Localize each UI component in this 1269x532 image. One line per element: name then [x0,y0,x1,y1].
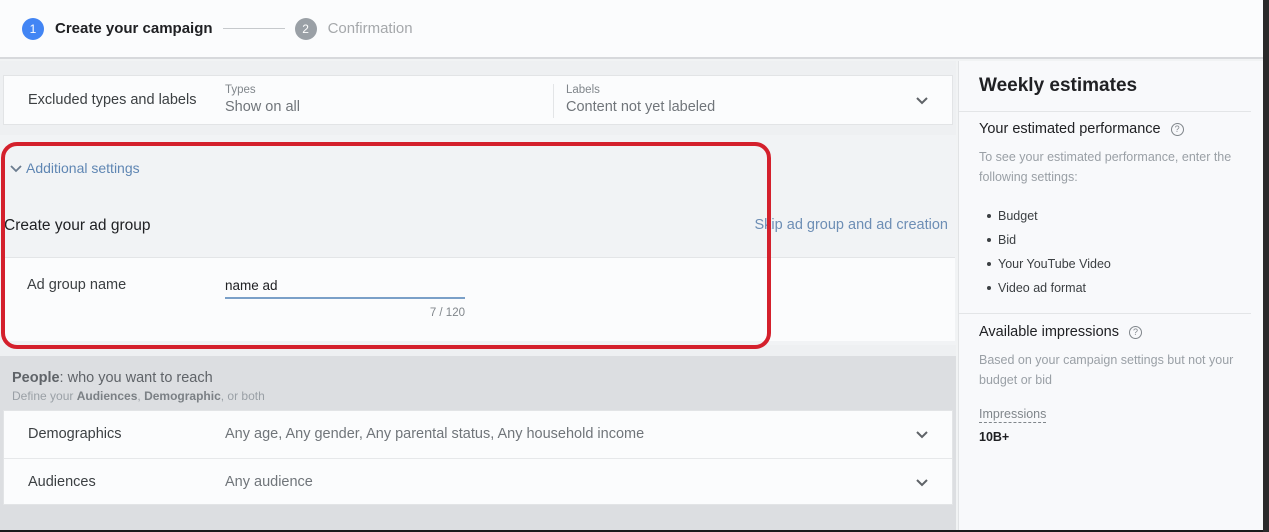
demographics-value: Any age, Any gender, Any parental status… [225,426,645,442]
settings-item-label: Bid [998,233,1017,247]
bullet-icon [987,262,991,266]
labels-value: Content not yet labeled [566,99,716,115]
additional-settings-toggle[interactable]: Additional settings [10,160,140,176]
people-sub-demographic: Demographic [144,389,221,403]
weekly-estimates-panel: Weekly estimates Your estimated performa… [958,61,1263,530]
impressions-label[interactable]: Impressions [979,407,1047,423]
people-list: Demographics Any age, Any gender, Any pa… [3,410,953,505]
skip-ad-group-link[interactable]: Skip ad group and ad creation [755,217,948,233]
chevron-down-icon [10,164,22,172]
divider [959,111,1251,112]
settings-item: Bid [987,228,1111,252]
people-title-rest: : who you want to reach [59,370,213,386]
audiences-row[interactable]: Audiences Any audience [4,458,952,505]
settings-item: Video ad format [987,276,1111,300]
people-sub-prefix: Define your [12,389,77,403]
people-subtitle: Define your Audiences, Demographic, or b… [12,389,265,403]
settings-item-label: Budget [998,209,1038,223]
types-label: Types [225,84,256,96]
audiences-label: Audiences [28,474,96,490]
bullet-icon [987,214,991,218]
impressions-text: Based on your campaign settings but not … [979,353,1234,387]
people-section: People: who you want to reach Define you… [0,356,956,530]
chevron-down-icon[interactable] [915,96,929,106]
window-edge [1263,0,1269,532]
excluded-label: Excluded types and labels [28,92,197,108]
char-counter: 7 / 120 [429,307,465,319]
settings-list: Budget Bid Your YouTube Video Video ad f… [987,204,1111,300]
impressions-heading: Available impressions ? [979,324,1142,340]
labels-label: Labels [566,84,600,96]
step-1-badge[interactable]: 1 [22,17,44,40]
stepper: 1 Create your campaign 2 Confirmation [0,0,1266,59]
performance-heading-text: Your estimated performance [979,121,1161,137]
step-connector [222,28,285,29]
ad-group-name-label: Ad group name [27,277,127,293]
additional-settings-label: Additional settings [26,160,140,176]
people-title: People: who you want to reach [12,370,213,386]
step-2-label[interactable]: Confirmation [328,20,413,37]
settings-item-label: Your YouTube Video [998,257,1111,271]
help-icon[interactable]: ? [1170,122,1184,136]
ad-group-name-input[interactable] [225,273,465,299]
demographics-row[interactable]: Demographics Any age, Any gender, Any pa… [4,411,952,458]
divider [553,84,554,118]
chevron-down-icon[interactable] [915,430,929,440]
people-sub-audiences: Audiences [76,389,138,403]
performance-text: To see your estimated performance, enter… [979,150,1232,184]
demographics-label: Demographics [28,426,122,442]
settings-item: Your YouTube Video [987,252,1111,276]
performance-heading: Your estimated performance ? [979,121,1184,137]
people-title-bold: People [12,370,60,386]
step-2-badge[interactable]: 2 [294,17,317,40]
types-value: Show on all [225,99,300,115]
app-frame: 1 Create your campaign 2 Confirmation Ex… [0,0,1266,530]
main-content: Excluded types and labels Types Show on … [0,61,956,530]
impressions-value: 10B+ [979,430,1010,444]
ad-group-name-row: Ad group name 7 / 120 [3,257,955,341]
impressions-heading-text: Available impressions [979,324,1119,340]
excluded-types-row[interactable]: Excluded types and labels Types Show on … [3,75,953,125]
weekly-estimates-title: Weekly estimates [979,75,1138,96]
bullet-icon [987,286,991,290]
divider [959,313,1251,314]
ad-group-title: Create your ad group [4,217,151,234]
settings-item-label: Video ad format [998,281,1087,295]
bullet-icon [987,238,991,242]
chevron-down-icon[interactable] [915,478,929,488]
settings-item: Budget [987,204,1111,228]
additional-settings-section: Additional settings Create your ad group… [0,135,956,345]
people-sub-suffix: , or both [220,389,265,403]
step-1-label[interactable]: Create your campaign [55,20,213,37]
audiences-value: Any audience [225,474,313,490]
help-icon[interactable]: ? [1128,325,1142,339]
